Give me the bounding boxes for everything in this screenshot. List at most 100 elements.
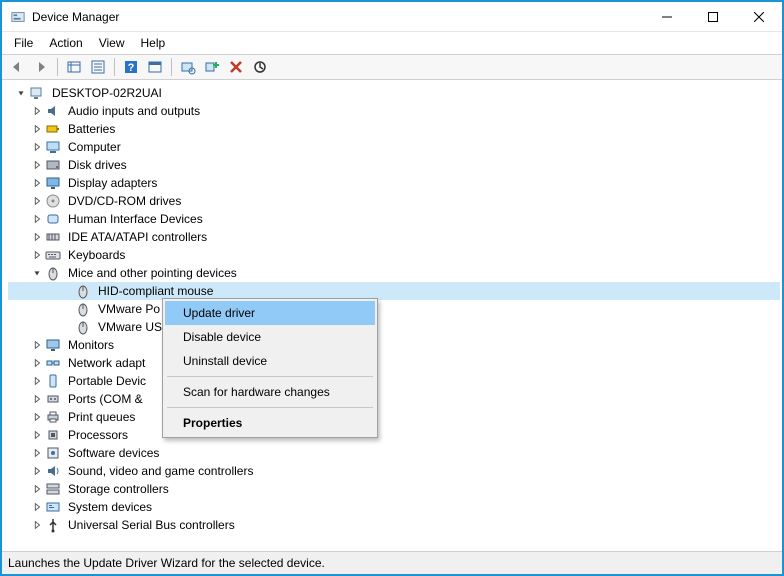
system-icon: [45, 499, 61, 515]
mouse-icon: [75, 283, 91, 299]
tree-category[interactable]: IDE ATA/ATAPI controllers: [8, 228, 780, 246]
chevron-right-icon[interactable]: [30, 464, 44, 478]
tree-node-label: Keyboards: [65, 247, 128, 263]
chevron-right-icon[interactable]: [30, 428, 44, 442]
display-icon: [45, 175, 61, 191]
menu-action[interactable]: Action: [41, 34, 90, 52]
chevron-right-icon[interactable]: [30, 338, 44, 352]
chevron-right-icon[interactable]: [30, 500, 44, 514]
app-icon: [10, 9, 26, 25]
tree-category[interactable]: Keyboards: [8, 246, 780, 264]
forward-button[interactable]: [30, 56, 52, 78]
tree-category[interactable]: Audio inputs and outputs: [8, 102, 780, 120]
tree-category[interactable]: Computer: [8, 138, 780, 156]
add-legacy-button[interactable]: [201, 56, 223, 78]
chevron-right-icon[interactable]: [30, 410, 44, 424]
tree-device[interactable]: HID-compliant mouse: [8, 282, 780, 300]
chevron-down-icon[interactable]: [30, 266, 44, 280]
tree-category[interactable]: Display adapters: [8, 174, 780, 192]
update-driver-button[interactable]: [249, 56, 271, 78]
chevron-right-icon[interactable]: [30, 518, 44, 532]
chevron-right-icon[interactable]: [30, 248, 44, 262]
tree-node-label: Display adapters: [65, 175, 160, 191]
ide-icon: [45, 229, 61, 245]
mouse-icon: [75, 319, 91, 335]
statusbar: Launches the Update Driver Wizard for th…: [2, 552, 782, 574]
tree-node-label: System devices: [65, 499, 155, 515]
window-title: Device Manager: [32, 10, 119, 24]
tree-category[interactable]: Mice and other pointing devices: [8, 264, 780, 282]
tree-category[interactable]: Sound, video and game controllers: [8, 462, 780, 480]
chevron-right-icon[interactable]: [30, 392, 44, 406]
tree-category[interactable]: System devices: [8, 498, 780, 516]
chevron-right-icon[interactable]: [30, 356, 44, 370]
tree-category[interactable]: Monitors: [8, 336, 780, 354]
scan-hardware-button[interactable]: [177, 56, 199, 78]
chevron-right-icon[interactable]: [30, 230, 44, 244]
tree-category[interactable]: Print queues: [8, 408, 780, 426]
chevron-right-icon[interactable]: [30, 158, 44, 172]
tree-node-label: Universal Serial Bus controllers: [65, 517, 238, 533]
chevron-down-icon[interactable]: [14, 86, 28, 100]
context-menu-item[interactable]: Properties: [165, 411, 375, 435]
tree-category[interactable]: Storage controllers: [8, 480, 780, 498]
chevron-right-icon[interactable]: [30, 212, 44, 226]
tree-node-label: Sound, video and game controllers: [65, 463, 256, 479]
uninstall-button[interactable]: [225, 56, 247, 78]
device-manager-window: Device Manager File Action View Help: [0, 0, 784, 576]
back-button[interactable]: [6, 56, 28, 78]
chevron-right-icon[interactable]: [30, 446, 44, 460]
chevron-right-icon[interactable]: [30, 176, 44, 190]
tree-category[interactable]: Human Interface Devices: [8, 210, 780, 228]
tree-category[interactable]: Universal Serial Bus controllers: [8, 516, 780, 534]
chevron-right-icon[interactable]: [30, 194, 44, 208]
window-controls: [644, 2, 782, 31]
device-tree[interactable]: DESKTOP-02R2UAI Audio inputs and outputs…: [2, 80, 782, 552]
tree-node-label: Batteries: [65, 121, 118, 137]
context-menu-item[interactable]: Uninstall device: [165, 349, 375, 373]
dvd-icon: [45, 193, 61, 209]
portable-icon: [45, 373, 61, 389]
disk-icon: [45, 157, 61, 173]
chevron-right-icon[interactable]: [30, 122, 44, 136]
tree-category[interactable]: Processors: [8, 426, 780, 444]
chevron-right-icon[interactable]: [30, 140, 44, 154]
context-menu-separator: [167, 407, 373, 408]
tree-device[interactable]: VMware US: [8, 318, 780, 336]
minimize-button[interactable]: [644, 2, 690, 31]
software-icon: [45, 445, 61, 461]
tree-category[interactable]: Software devices: [8, 444, 780, 462]
tree-category[interactable]: Ports (COM &: [8, 390, 780, 408]
tree-node-label: Print queues: [65, 409, 138, 425]
properties-button[interactable]: [87, 56, 109, 78]
chevron-right-icon[interactable]: [30, 374, 44, 388]
context-menu-item[interactable]: Scan for hardware changes: [165, 380, 375, 404]
chevron-right-icon[interactable]: [30, 104, 44, 118]
menu-help[interactable]: Help: [133, 34, 174, 52]
status-text: Launches the Update Driver Wizard for th…: [8, 556, 325, 570]
keyboard-icon: [45, 247, 61, 263]
tree-device[interactable]: VMware Po: [8, 300, 780, 318]
details-button[interactable]: [144, 56, 166, 78]
maximize-button[interactable]: [690, 2, 736, 31]
context-menu-item[interactable]: Update driver: [165, 301, 375, 325]
storage-icon: [45, 481, 61, 497]
sound-icon: [45, 463, 61, 479]
menu-file[interactable]: File: [6, 34, 41, 52]
tree-node-label: VMware US: [95, 319, 165, 335]
toolbar: ?: [2, 54, 782, 80]
tree-root[interactable]: DESKTOP-02R2UAI: [8, 84, 780, 102]
menu-view[interactable]: View: [91, 34, 133, 52]
context-menu-item[interactable]: Disable device: [165, 325, 375, 349]
tree-category[interactable]: Network adapt: [8, 354, 780, 372]
chevron-right-icon[interactable]: [30, 482, 44, 496]
context-menu: Update driverDisable deviceUninstall dev…: [162, 298, 378, 438]
show-hidden-button[interactable]: [63, 56, 85, 78]
help-button[interactable]: ?: [120, 56, 142, 78]
tree-node-label: Disk drives: [65, 157, 130, 173]
tree-category[interactable]: DVD/CD-ROM drives: [8, 192, 780, 210]
tree-category[interactable]: Disk drives: [8, 156, 780, 174]
tree-category[interactable]: Portable Devic: [8, 372, 780, 390]
close-button[interactable]: [736, 2, 782, 31]
tree-category[interactable]: Batteries: [8, 120, 780, 138]
